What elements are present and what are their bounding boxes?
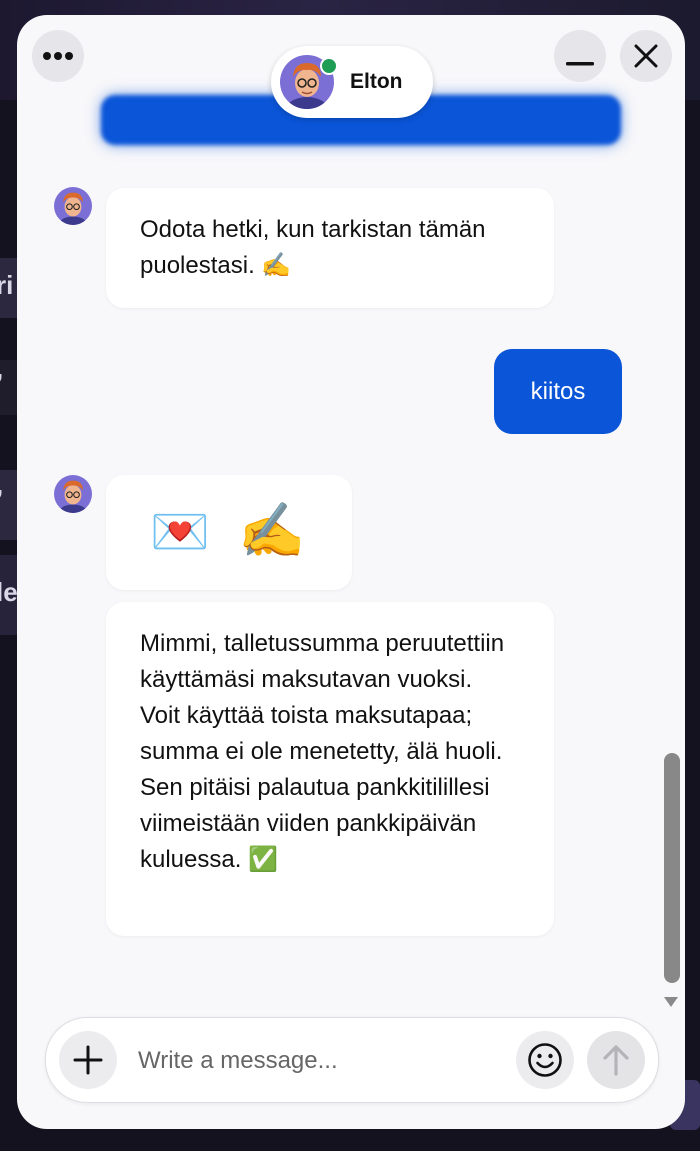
close-icon <box>634 44 658 68</box>
writing-hand-emoji: ✍️ <box>261 252 292 279</box>
triangle-down-icon <box>664 997 678 1007</box>
agent-header: Elton <box>271 46 433 118</box>
close-button[interactable] <box>620 30 672 82</box>
message-text: Mimmi, talletussumma peruutettiin käyttä… <box>140 630 505 873</box>
minimize-icon <box>566 62 594 66</box>
background-fragment: ’ <box>0 360 18 415</box>
message-text: kiitos <box>530 377 586 405</box>
chat-widget: Elton Odota hetki, kun tarkistan tämän p… <box>17 15 685 1129</box>
agent-avatar-small <box>54 187 92 225</box>
more-dots-icon <box>43 52 73 60</box>
user-message: kiitos <box>494 349 622 434</box>
message-input[interactable] <box>136 1040 510 1082</box>
agent-message: Odota hetki, kun tarkistan tämän puolest… <box>106 188 554 308</box>
add-attachment-button[interactable] <box>59 1031 117 1089</box>
scrollbar-thumb[interactable] <box>664 753 680 983</box>
send-arrow-up-icon <box>603 1045 629 1076</box>
message-text: Odota hetki, kun tarkistan tämän puolest… <box>140 216 486 279</box>
background-fragment: ri <box>0 258 18 318</box>
smiley-icon <box>528 1043 562 1077</box>
agent-message: Mimmi, talletussumma peruutettiin käyttä… <box>106 602 554 936</box>
agent-avatar-small <box>54 475 92 513</box>
emoji-button[interactable] <box>516 1031 574 1089</box>
more-options-button[interactable] <box>32 30 84 82</box>
background-fragment: le <box>0 555 18 635</box>
agent-name: Elton <box>350 70 403 93</box>
minimize-button[interactable] <box>554 30 606 82</box>
scroll-down-arrow[interactable] <box>663 995 679 1013</box>
agent-avatar <box>280 55 338 109</box>
plus-icon <box>73 1045 103 1075</box>
agent-sticker-message: 💌 ✍️ <box>106 475 352 590</box>
writing-hand-emoji: ✍️ <box>238 501 306 561</box>
check-mark-emoji: ✅ <box>248 846 278 873</box>
online-status-indicator <box>320 57 338 75</box>
love-letter-emoji: 💌 <box>150 506 210 559</box>
message-composer <box>45 1017 659 1103</box>
send-button[interactable] <box>587 1031 645 1089</box>
background-fragment: ’ <box>0 470 18 540</box>
